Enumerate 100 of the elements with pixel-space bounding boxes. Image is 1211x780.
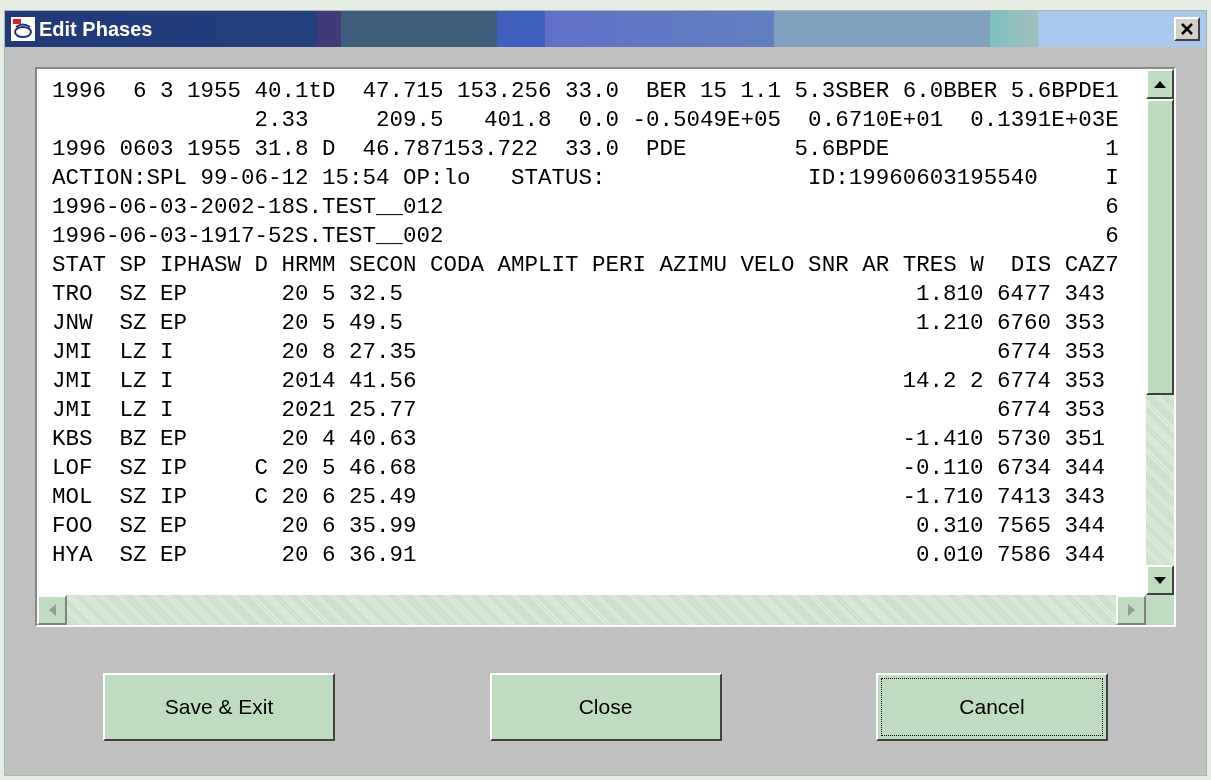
table-cell-text: 6774 bbox=[996, 396, 1052, 425]
dialog-button[interactable]: Save & Exit bbox=[103, 673, 335, 741]
table-cell-text: 20 5 bbox=[281, 454, 337, 483]
table-cell-text: SZ bbox=[119, 483, 148, 512]
table-cell-text: 353 bbox=[1063, 367, 1106, 396]
table-cell-text: 20 8 bbox=[281, 338, 337, 367]
table-cell-text: 6760 bbox=[996, 309, 1052, 338]
table-cell-text: 6774 bbox=[996, 367, 1052, 396]
table-cell-text: 0.010 bbox=[915, 541, 984, 570]
dialog-button[interactable]: Close bbox=[489, 673, 722, 741]
table-cell-text: JNW bbox=[52, 309, 94, 338]
table-cell-text: 344 bbox=[1063, 541, 1106, 570]
scroll-corner bbox=[1146, 595, 1174, 625]
table-cell-text: JMI bbox=[52, 396, 94, 425]
table-cell: -0.110 bbox=[902, 454, 984, 483]
table-cell-text: 343 bbox=[1063, 280, 1106, 309]
table-cell-text: 1.210 bbox=[915, 309, 984, 338]
app-icon bbox=[11, 17, 35, 41]
table-cell-text: 0.310 bbox=[915, 512, 984, 541]
table-cell-text: 32.5 bbox=[349, 280, 404, 309]
table-cell-text: IP bbox=[160, 454, 188, 483]
table-cell-text: JMI bbox=[52, 338, 94, 367]
scroll-up-button[interactable] bbox=[1146, 69, 1174, 99]
table-cell-text: 20 5 bbox=[281, 309, 337, 338]
table-cell-text: LZ bbox=[119, 396, 148, 425]
table-cell-text: 20 6 bbox=[281, 541, 337, 570]
table-cell-text: 353 bbox=[1063, 396, 1106, 425]
table-cell-text: IP bbox=[160, 483, 188, 512]
column-header: STAT SP IPHASW D HRMM SECON CODA AMPLIT PERI AZIMU VELO SNR AR TRES W DIS CAZ7 bbox=[52, 251, 1119, 280]
table-cell: 14.2 2 bbox=[902, 367, 984, 396]
table-cell-text: I bbox=[160, 367, 175, 396]
table-cell-text: C bbox=[254, 454, 269, 483]
table-cell-text: FOO bbox=[52, 512, 94, 541]
down-arrow-icon bbox=[1154, 576, 1167, 584]
table-cell-text: 343 bbox=[1063, 483, 1106, 512]
table-cell-text: 1.810 bbox=[915, 280, 984, 309]
table-cell-text: 2021 bbox=[281, 396, 337, 425]
text-line: 1996 0603 1955 31.8 D 46.787153.722 33.0 PDE 5.6BPDE 1 bbox=[52, 135, 1119, 164]
table-cell-text: EP bbox=[160, 280, 188, 309]
text-line: 1996 6 3 1955 40.1tD 47.715 153.256 33.0 BER 15 1.1 5.3SBER 6.0BBER 5.6BPDE1 bbox=[52, 77, 1119, 106]
table-cell-text: 40.63 bbox=[349, 425, 418, 454]
table-cell-text: 5730 bbox=[996, 425, 1052, 454]
table-cell-text: 35.99 bbox=[349, 512, 418, 541]
scroll-thumb[interactable] bbox=[1146, 99, 1174, 395]
close-icon bbox=[1180, 22, 1194, 36]
table-cell-text: 353 bbox=[1063, 309, 1106, 338]
left-arrow-icon bbox=[48, 604, 56, 616]
table-cell-text: HYA bbox=[52, 541, 94, 570]
text-line: ACTION:SPL 99-06-12 15:54 OP:lo STATUS: ID:19960603195540 I bbox=[52, 164, 1119, 193]
scroll-right-button[interactable] bbox=[1116, 595, 1147, 625]
horizontal-scrollbar[interactable] bbox=[37, 595, 1147, 625]
table-cell-text: JMI bbox=[52, 367, 94, 396]
text-line: 2.33 209.5 401.8 0.0 -0.5049E+05 0.6710E+01 0.1391E+03E bbox=[253, 106, 1119, 135]
table-cell-text: 2014 bbox=[281, 367, 337, 396]
table-cell-text: 20 6 bbox=[281, 483, 337, 512]
table-cell-text: 25.77 bbox=[349, 396, 418, 425]
table-cell-text: 7565 bbox=[996, 512, 1052, 541]
table-cell-text: SZ bbox=[119, 512, 148, 541]
table-cell-text: SZ bbox=[119, 280, 148, 309]
table-cell-text: KBS bbox=[52, 425, 94, 454]
vertical-scrollbar[interactable] bbox=[1146, 69, 1174, 595]
table-cell-text: 36.91 bbox=[349, 541, 418, 570]
table-cell-text: BZ bbox=[119, 425, 148, 454]
table-cell-text: 6774 bbox=[996, 338, 1052, 367]
table-cell-text: 20 4 bbox=[281, 425, 337, 454]
table-cell: -1.410 bbox=[902, 425, 984, 454]
table-cell-text: 20 6 bbox=[281, 512, 337, 541]
table-cell-text: 7413 bbox=[996, 483, 1052, 512]
table-cell-text: 41.56 bbox=[349, 367, 418, 396]
text-line: 1996-06-03-1917-52S.TEST__002 6 bbox=[52, 222, 1119, 251]
up-arrow-icon bbox=[1154, 80, 1167, 88]
table-cell-text: TRO bbox=[52, 280, 94, 309]
scroll-down-button[interactable] bbox=[1146, 565, 1174, 595]
table-cell-text: 353 bbox=[1063, 338, 1106, 367]
table-cell-text: 25.49 bbox=[349, 483, 418, 512]
table-cell-text: LZ bbox=[119, 338, 148, 367]
table-cell-text: 344 bbox=[1063, 512, 1106, 541]
table-cell-text: EP bbox=[160, 309, 188, 338]
close-button[interactable] bbox=[1174, 17, 1200, 41]
table-cell-text: EP bbox=[160, 425, 188, 454]
table-cell-text: 6477 bbox=[996, 280, 1052, 309]
window-title: Edit Phases bbox=[39, 17, 153, 42]
table-cell-text: 7586 bbox=[996, 541, 1052, 570]
table-cell-text: 6734 bbox=[996, 454, 1052, 483]
table-cell-text: 46.68 bbox=[349, 454, 418, 483]
table-cell-text: 20 5 bbox=[281, 280, 337, 309]
table-cell-text: C bbox=[254, 483, 269, 512]
table-cell-text: SZ bbox=[119, 541, 148, 570]
dialog-button[interactable]: Cancel bbox=[876, 673, 1108, 741]
table-cell-text: EP bbox=[160, 541, 188, 570]
table-cell-text: EP bbox=[160, 512, 188, 541]
text-line: 1996-06-03-2002-18S.TEST__012 6 bbox=[52, 193, 1119, 222]
scroll-left-button[interactable] bbox=[37, 595, 67, 625]
table-cell-text: 344 bbox=[1063, 454, 1106, 483]
table-cell-text: LZ bbox=[119, 367, 148, 396]
table-cell-text: MOL bbox=[52, 483, 94, 512]
table-cell: -1.710 bbox=[902, 483, 984, 512]
table-cell-text: 351 bbox=[1063, 425, 1106, 454]
table-cell-text: 49.5 bbox=[349, 309, 404, 338]
right-arrow-icon bbox=[1127, 604, 1135, 616]
